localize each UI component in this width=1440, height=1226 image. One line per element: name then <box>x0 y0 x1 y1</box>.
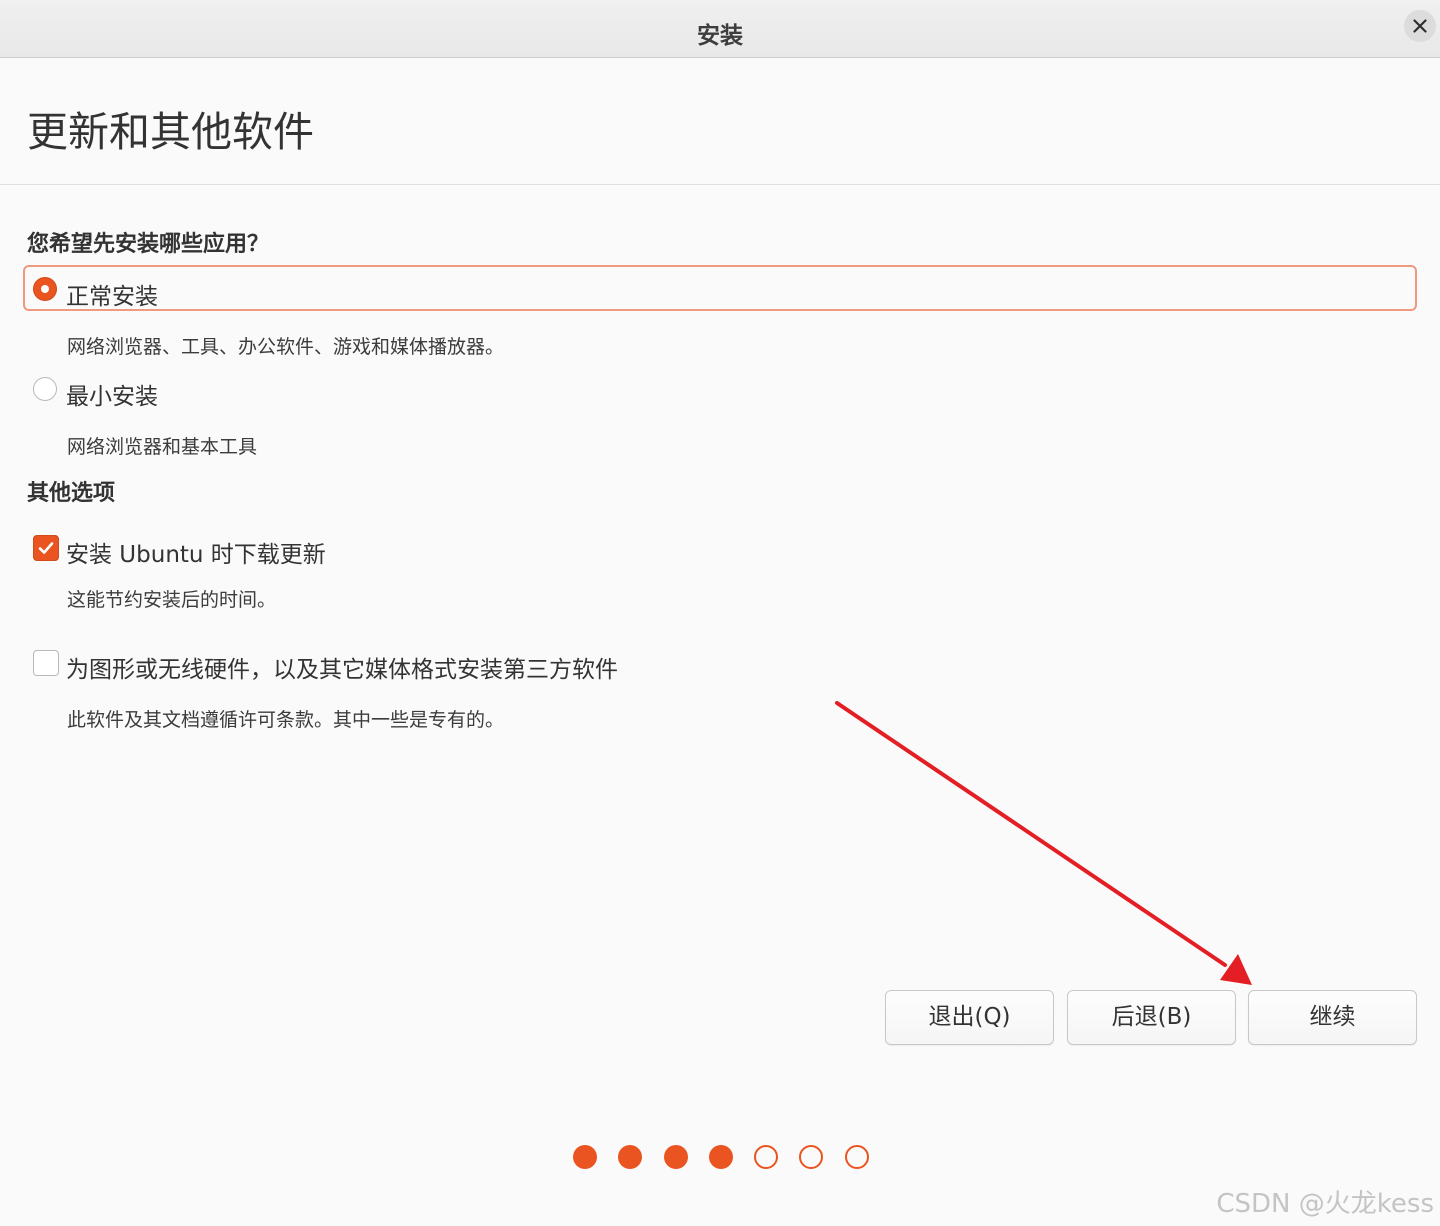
watermark: CSDN @火龙kess <box>1216 1189 1434 1219</box>
annotation-arrow <box>835 701 1252 985</box>
